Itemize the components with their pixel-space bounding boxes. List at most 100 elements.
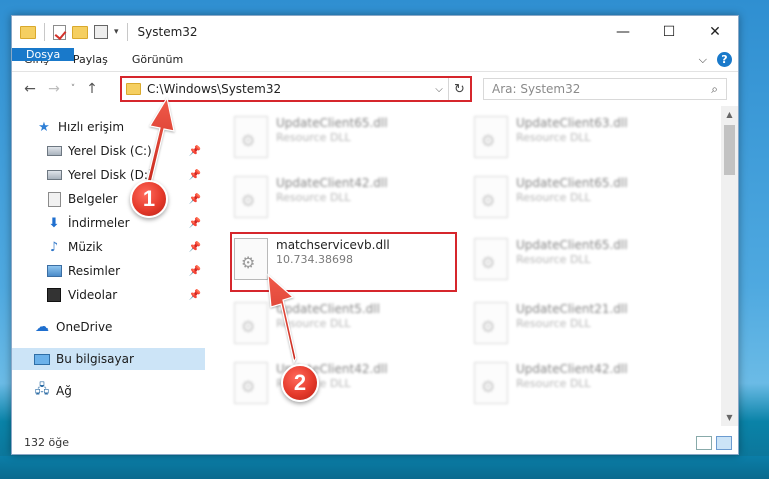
scroll-up-icon[interactable]: ▲ <box>721 106 738 123</box>
sidebar-item-label: İndirmeler <box>68 216 130 230</box>
toolbar-divider <box>126 23 128 41</box>
file-description: Resource DLL <box>276 317 351 330</box>
file-name: UpdateClient21.dll <box>516 302 628 316</box>
minimize-button[interactable]: — <box>600 16 646 48</box>
address-dropdown-icon[interactable]: ⌵ <box>430 84 448 95</box>
file-item[interactable]: UpdateClient5.dll Resource DLL <box>234 302 380 344</box>
properties-check-icon[interactable] <box>53 24 66 40</box>
sidebar-item-label: Hızlı erişim <box>58 120 125 134</box>
file-description: Resource DLL <box>516 131 591 144</box>
back-button[interactable]: ← <box>18 81 42 97</box>
pin-icon[interactable]: 📌 <box>189 290 201 301</box>
file-name: UpdateClient63.dll <box>516 116 628 130</box>
dll-file-icon <box>234 116 268 158</box>
dll-file-icon <box>474 116 508 158</box>
file-item[interactable]: UpdateClient65.dll Resource DLL <box>474 238 628 280</box>
sidebar-item-onedrive[interactable]: ☁ OneDrive <box>12 316 205 338</box>
disk-icon <box>46 144 62 158</box>
sidebar-item-music[interactable]: ♪ Müzik 📌 <box>12 236 205 258</box>
window-title: System32 <box>137 25 198 39</box>
sidebar-item-downloads[interactable]: ⬇ İndirmeler 📌 <box>12 212 205 234</box>
pin-icon[interactable]: 📌 <box>189 170 201 181</box>
sidebar-item-this-pc[interactable]: Bu bilgisayar <box>12 348 205 370</box>
details-view-icon[interactable] <box>696 436 712 450</box>
item-count: 132 öğe <box>24 435 69 449</box>
dll-file-icon <box>234 176 268 218</box>
close-button[interactable]: ✕ <box>692 16 738 48</box>
sidebar-item-label: OneDrive <box>56 320 113 334</box>
dll-file-icon <box>474 238 508 280</box>
pin-icon[interactable]: 📌 <box>189 194 201 205</box>
file-name: UpdateClient65.dll <box>276 116 388 130</box>
sidebar-item-label: Videolar <box>68 288 118 302</box>
sidebar-item-local-disk-c[interactable]: Yerel Disk (C:) 📌 <box>12 140 205 162</box>
address-bar[interactable]: C:\Windows\System32 ⌵ ↻ <box>120 76 472 102</box>
help-icon[interactable]: ? <box>717 52 732 67</box>
forward-button[interactable]: → <box>42 81 66 97</box>
sidebar-item-quick-access[interactable]: ★ Hızlı erişim <box>12 116 205 138</box>
maximize-button[interactable]: ☐ <box>646 16 692 48</box>
sidebar-item-network[interactable]: 🖧 Ağ <box>12 380 205 402</box>
sidebar-item-label: Müzik <box>68 240 103 254</box>
recent-locations-button[interactable]: ˅ <box>66 84 80 94</box>
file-description: Resource DLL <box>516 377 591 390</box>
pin-icon[interactable]: 📌 <box>189 242 201 253</box>
cloud-icon: ☁ <box>35 319 49 335</box>
pictures-icon <box>46 264 62 278</box>
file-description: Resource DLL <box>276 131 351 144</box>
search-icon[interactable]: ⌕ <box>711 82 718 97</box>
new-folder-icon[interactable] <box>72 25 88 39</box>
download-icon: ⬇ <box>48 215 60 231</box>
refresh-button[interactable]: ↻ <box>448 78 470 100</box>
dll-file-icon <box>474 176 508 218</box>
pin-icon[interactable]: 📌 <box>189 146 201 157</box>
file-name: UpdateClient42.dll <box>276 176 388 190</box>
ribbon-tabs: Dosya Giriş Paylaş Görünüm ⌵ ? <box>12 48 738 72</box>
documents-icon <box>46 191 62 207</box>
scrollbar-thumb[interactable] <box>724 125 735 175</box>
computer-icon <box>34 352 50 366</box>
scroll-down-icon[interactable]: ▼ <box>721 409 738 426</box>
file-item[interactable]: UpdateClient42.dll Resource DLL <box>234 176 388 218</box>
pin-icon[interactable]: 📌 <box>189 266 201 277</box>
sidebar-item-videos[interactable]: Videolar 📌 <box>12 284 205 306</box>
quick-access-toolbar: ▾ <box>12 23 130 41</box>
file-item[interactable]: UpdateClient21.dll Resource DLL <box>474 302 628 344</box>
file-item[interactable]: UpdateClient65.dll Resource DLL <box>474 176 628 218</box>
star-icon: ★ <box>38 119 50 135</box>
file-description: Resource DLL <box>276 191 351 204</box>
sidebar-item-local-disk-d[interactable]: Yerel Disk (D:) 📌 <box>12 164 205 186</box>
file-description: Resource DLL <box>516 253 591 266</box>
file-highlight-box <box>230 232 457 292</box>
sidebar-item-documents[interactable]: Belgeler 📌 <box>12 188 205 210</box>
ribbon-right-controls: ⌵ ? <box>699 48 738 71</box>
dll-file-icon <box>474 302 508 344</box>
music-icon: ♪ <box>49 239 59 255</box>
list-properties-icon[interactable] <box>94 25 108 39</box>
pin-icon[interactable]: 📌 <box>189 218 201 229</box>
file-item[interactable]: UpdateClient42.dll Resource DLL <box>474 362 628 404</box>
search-placeholder: Ara: System32 <box>492 82 581 96</box>
large-icons-view-icon[interactable] <box>716 436 732 450</box>
network-icon: 🖧 <box>34 382 50 397</box>
file-item[interactable]: UpdateClient65.dll Resource DLL <box>234 116 388 158</box>
window-controls: — ☐ ✕ <box>600 16 738 48</box>
sidebar-item-label: Resimler <box>68 264 121 278</box>
sidebar-item-pictures[interactable]: Resimler 📌 <box>12 260 205 282</box>
search-input[interactable]: Ara: System32 ⌕ <box>483 78 727 100</box>
callout-badge-1: 1 <box>130 180 168 218</box>
tab-file[interactable]: Dosya <box>12 48 75 61</box>
disk-icon <box>46 168 62 182</box>
tab-view[interactable]: Görünüm <box>120 48 195 71</box>
file-item[interactable]: UpdateClient63.dll Resource DLL <box>474 116 628 158</box>
dll-file-icon <box>234 362 268 404</box>
address-path[interactable]: C:\Windows\System32 <box>147 82 430 96</box>
navigation-pane: ★ Hızlı erişim Yerel Disk (C:) 📌 Yerel D… <box>12 106 205 426</box>
file-name: UpdateClient65.dll <box>516 238 628 252</box>
vertical-scrollbar[interactable]: ▲ ▼ <box>721 106 738 426</box>
up-button[interactable]: ↑ <box>80 81 104 97</box>
desktop-background <box>0 456 769 479</box>
title-bar: ▾ System32 — ☐ ✕ <box>12 16 738 48</box>
customize-toolbar-chevron-icon[interactable]: ▾ <box>114 27 119 37</box>
chevron-down-icon[interactable]: ⌵ <box>699 53 707 67</box>
